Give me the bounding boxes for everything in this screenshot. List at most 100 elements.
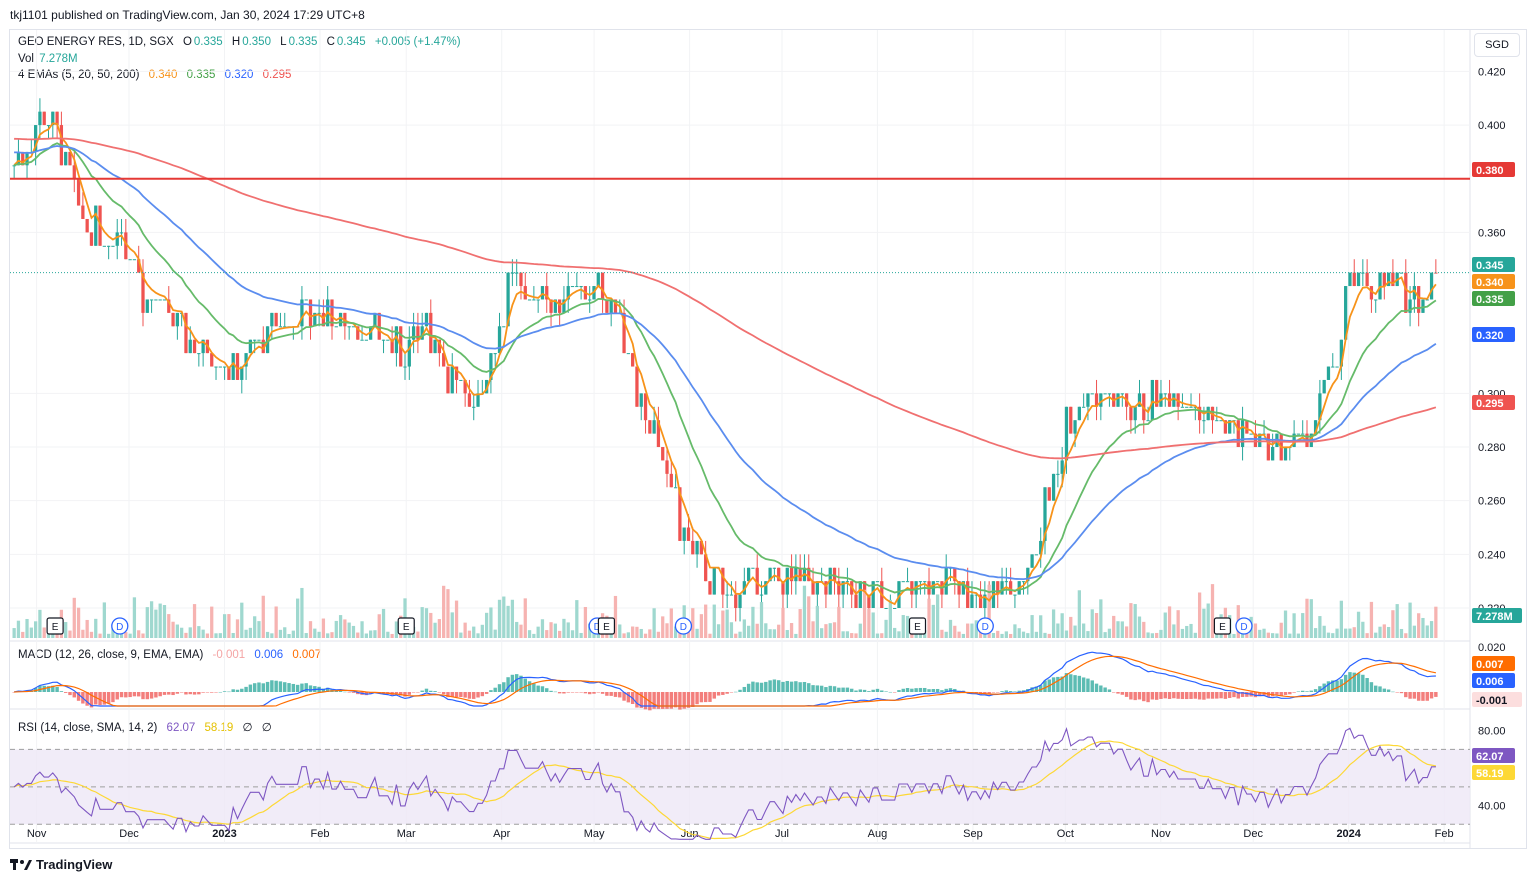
candle-body — [669, 473, 673, 488]
price-tag: 0.295 — [1472, 395, 1515, 410]
volume-bar — [1313, 628, 1318, 638]
footer-brand[interactable]: TradingView — [10, 857, 112, 872]
macd-histogram-bar — [605, 692, 609, 696]
volume-bar — [888, 599, 892, 638]
volume-bar — [811, 621, 815, 638]
macd-histogram-bar — [540, 686, 545, 692]
candle-body — [725, 594, 729, 596]
volume-bar — [1176, 610, 1180, 638]
macd-histogram-bar — [918, 687, 923, 692]
macd-histogram-bar — [1206, 692, 1210, 699]
candle-body — [798, 567, 802, 582]
volume-bar — [68, 630, 72, 638]
volume-bar — [1202, 608, 1206, 638]
macd-histogram-bar — [626, 692, 631, 703]
candle-body — [635, 366, 639, 407]
candle-body — [1004, 581, 1008, 583]
macd-histogram-bar — [1296, 691, 1301, 692]
price-axis-label: 0.260 — [1478, 496, 1506, 508]
macd-histogram-bar — [828, 685, 832, 692]
candle-body — [1271, 447, 1275, 461]
macd-histogram-bar — [1013, 691, 1017, 692]
macd-histogram-bar — [1133, 692, 1137, 701]
candle-body — [682, 527, 686, 541]
volume-bar — [317, 631, 321, 638]
macd-histogram-bar — [764, 681, 768, 692]
macd-histogram-bar — [1378, 686, 1382, 692]
volume-bar — [798, 609, 802, 638]
macd-histogram-bar — [1129, 692, 1133, 700]
volume-bar — [858, 623, 862, 638]
macd-histogram-bar — [849, 688, 854, 692]
macd-histogram-bar — [459, 692, 463, 697]
volume-bar — [437, 619, 442, 638]
candle-body — [119, 232, 124, 234]
volume-bar — [1064, 630, 1069, 638]
volume-bar — [347, 622, 351, 638]
candle-body — [132, 259, 137, 261]
svg-text:58.19: 58.19 — [1476, 768, 1504, 780]
price-chart[interactable]: 0.4200.4000.3600.3000.2800.2600.2400.220… — [0, 0, 1536, 883]
macd-histogram-bar — [437, 692, 442, 693]
volume-bar — [536, 626, 540, 638]
candle-body — [875, 581, 880, 583]
candle-body — [253, 339, 257, 341]
volume-bar — [1094, 613, 1099, 638]
candle-body — [192, 339, 197, 354]
volume-bar — [29, 627, 33, 638]
macd-histogram-bar — [72, 692, 76, 698]
macd-histogram-bar — [802, 681, 807, 692]
macd-histogram-bar — [295, 684, 300, 692]
macd-histogram-bar — [536, 685, 540, 692]
volume-bar — [1404, 633, 1408, 638]
volume-bar — [85, 619, 89, 638]
volume-bar — [1167, 606, 1172, 638]
volume-bar — [1034, 631, 1039, 638]
volume-bar — [321, 618, 326, 638]
candle-body — [1365, 272, 1369, 287]
candle-body — [347, 326, 351, 328]
time-axis-label: Apr — [493, 828, 510, 840]
candle-body — [858, 581, 862, 608]
macd-histogram-bar — [794, 681, 798, 692]
volume-bar — [618, 624, 622, 638]
volume-bar — [261, 595, 265, 638]
volume-bar — [1189, 623, 1193, 638]
macd-histogram-bar — [1305, 691, 1309, 692]
volume-bar — [631, 626, 635, 638]
macd-histogram-bar — [1382, 688, 1387, 692]
rsi-tag: 62.07 — [1472, 748, 1515, 763]
volume-bar — [145, 607, 149, 638]
macd-histogram-bar — [1215, 692, 1219, 699]
footer-brand-text: TradingView — [36, 857, 113, 872]
macd-histogram-bar — [940, 690, 944, 692]
macd-histogram-bar — [691, 692, 695, 708]
svg-text:0.380: 0.380 — [1476, 165, 1504, 177]
volume-bar — [326, 633, 330, 638]
volume-bar — [905, 615, 910, 638]
volume-bar — [815, 605, 819, 638]
volume-bar — [16, 620, 21, 638]
macd-histogram-bar — [583, 692, 588, 694]
candle-body — [1133, 406, 1137, 421]
volume-bar — [222, 614, 227, 638]
macd-histogram-bar — [1167, 692, 1172, 699]
macd-histogram-bar — [433, 691, 437, 692]
volume-bar — [832, 622, 837, 638]
candle-body — [1266, 433, 1270, 461]
macd-histogram-bar — [1434, 692, 1438, 697]
macd-histogram-bar — [270, 680, 274, 692]
volume-bar — [1305, 598, 1309, 638]
macd-histogram-bar — [167, 692, 171, 695]
macd-signal-line — [14, 655, 1437, 707]
macd-histogram-bar — [862, 689, 867, 692]
volume-bar — [42, 627, 46, 638]
volume-bar — [1421, 617, 1425, 638]
macd-histogram-bar — [888, 691, 893, 693]
candle-body — [935, 581, 940, 583]
volume-bar — [369, 630, 373, 638]
volume-bar — [695, 628, 699, 638]
price-tag: 0.345 — [1472, 257, 1515, 272]
macd-histogram-bar — [742, 686, 747, 692]
macd-histogram-bar — [1202, 692, 1206, 700]
